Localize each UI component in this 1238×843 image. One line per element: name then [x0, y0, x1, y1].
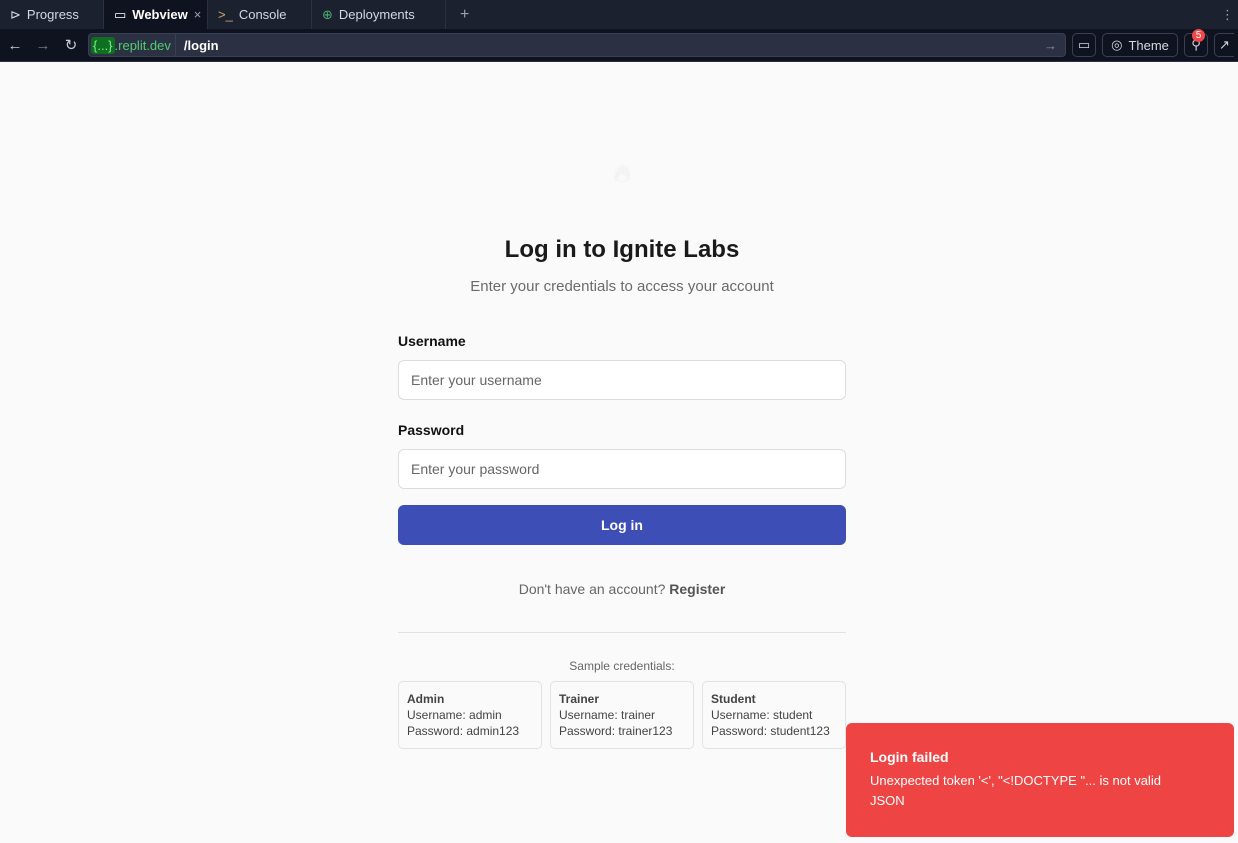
- notification-badge: 5: [1192, 29, 1205, 42]
- monitor-icon: ▭: [1077, 37, 1091, 52]
- toast-title: Login failed: [870, 749, 949, 765]
- register-prompt: Don't have an account? Register: [398, 581, 846, 597]
- login-form: Username Password Log in: [398, 333, 846, 545]
- credential-card-student: Student Username: student Password: studen…: [702, 681, 846, 749]
- register-link[interactable]: Register: [669, 581, 725, 597]
- terminal-icon: >_: [218, 7, 233, 22]
- deploy-icon: ⊕: [322, 6, 333, 22]
- device-preview-button[interactable]: ▭: [1072, 33, 1096, 57]
- tab-console[interactable]: >_ Console: [208, 0, 312, 29]
- register-text: Don't have an account?: [518, 581, 666, 597]
- login-button[interactable]: Log in: [398, 505, 846, 545]
- url-host: {...} .replit.dev: [89, 34, 176, 56]
- monitor-icon: ▭: [114, 6, 127, 22]
- url-path[interactable]: /login: [176, 38, 1044, 53]
- card-role: Trainer: [559, 692, 600, 706]
- sample-credentials-title: Sample credentials:: [569, 659, 675, 673]
- toast-message: Unexpected token '<', "<!DOCTYPE "... is…: [870, 773, 1161, 808]
- credential-card-admin: Admin Username: admin Password: admin123: [398, 681, 542, 749]
- back-icon[interactable]: ←: [4, 37, 26, 54]
- login-container: 🔥︎ Log in to Ignite Labs Enter your cred…: [398, 160, 846, 749]
- tab-deployments[interactable]: ⊕ Deployments: [312, 0, 446, 29]
- card-username: Username: admin: [407, 708, 502, 722]
- flame-logo-icon: 🔥︎: [613, 160, 631, 187]
- page-title: Log in to Ignite Labs: [504, 236, 740, 263]
- password-input[interactable]: [398, 449, 846, 489]
- card-password: Password: admin123: [407, 724, 520, 738]
- username-label: Username: [398, 333, 466, 349]
- password-label: Password: [398, 422, 465, 438]
- card-password: Password: trainer123: [559, 724, 673, 738]
- browser-bar: ← → ↻ {...} .replit.dev /login → ▭ ◎ Theme…: [0, 29, 1238, 62]
- tab-bar: ⊳ Progress ▭ Webview × >_ Console ⊕ Deploymen…: [0, 0, 1238, 29]
- tab-webview[interactable]: ▭ Webview ×: [104, 0, 208, 29]
- new-tab-button[interactable]: +: [446, 0, 483, 29]
- devtools-button[interactable]: ⚲ 5: [1184, 29, 1208, 57]
- theme-button[interactable]: ◎ Theme: [1102, 33, 1178, 57]
- forward-icon[interactable]: →: [32, 37, 54, 54]
- card-role: Student: [711, 692, 756, 706]
- divider: [398, 632, 846, 633]
- reload-icon[interactable]: ↻: [60, 36, 82, 54]
- tab-progress[interactable]: ⊳ Progress: [0, 0, 104, 29]
- card-username: Username: trainer: [559, 708, 656, 722]
- close-icon[interactable]: ×: [194, 7, 202, 22]
- go-arrow-icon[interactable]: →: [1044, 38, 1065, 53]
- sample-credentials: Admin Username: admin Password: admin123 T…: [398, 681, 846, 749]
- host-prefix: {...}: [91, 36, 115, 54]
- palette-icon: ◎: [1111, 37, 1123, 52]
- host-domain: .replit.dev: [114, 37, 171, 53]
- credential-card-trainer: Trainer Username: trainer Password: traine…: [550, 681, 694, 749]
- external-link-icon: ↗: [1219, 37, 1230, 52]
- page-subtitle: Enter your credentials to access your ac…: [470, 278, 774, 295]
- card-role: Admin: [407, 692, 445, 706]
- url-bar[interactable]: {...} .replit.dev /login →: [88, 33, 1066, 57]
- username-input[interactable]: [398, 360, 846, 400]
- error-toast[interactable]: Login failed Unexpected token '<', "<!DO…: [846, 723, 1234, 837]
- open-new-window-button[interactable]: ↗: [1214, 33, 1234, 57]
- more-menu-icon[interactable]: ⋮: [1217, 0, 1238, 29]
- card-username: Username: student: [711, 708, 813, 722]
- progress-icon: ⊳: [10, 6, 21, 22]
- card-password: Password: student123: [711, 724, 830, 738]
